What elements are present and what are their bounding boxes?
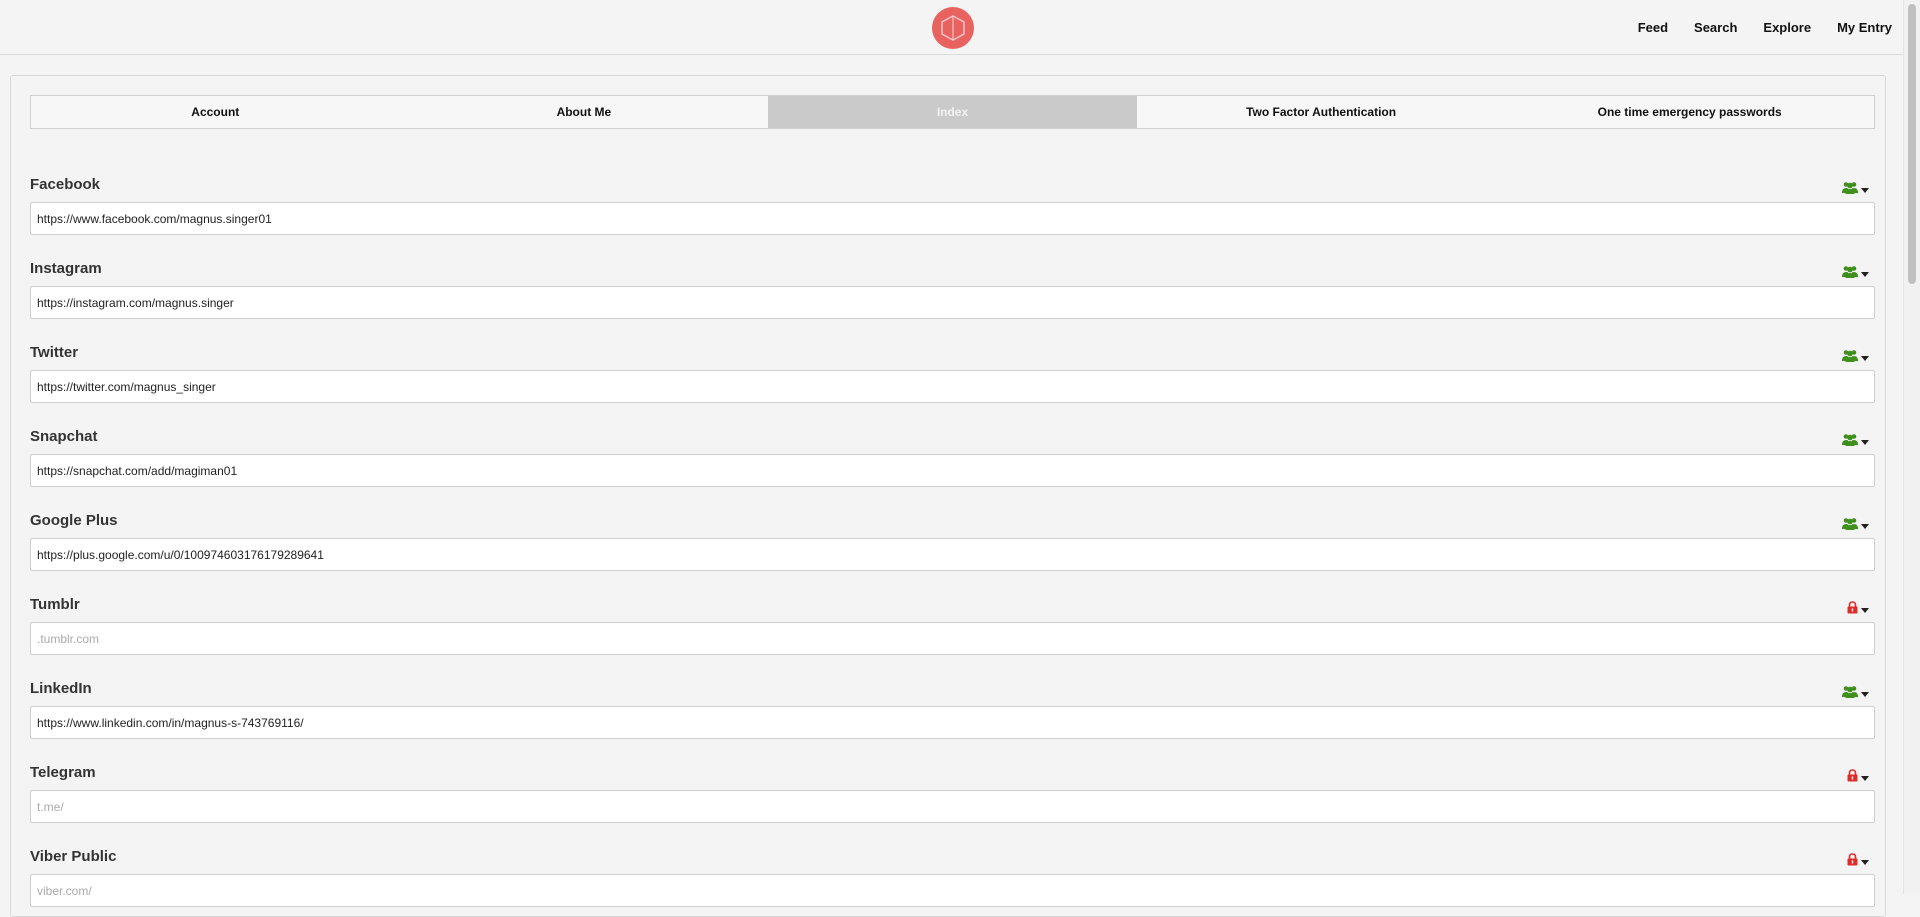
cube-logo-icon	[941, 15, 965, 41]
lock-icon	[1847, 769, 1858, 787]
page-scrollbar[interactable]	[1903, 0, 1920, 894]
field-label: Telegram	[30, 764, 96, 781]
field-label: Instagram	[30, 260, 102, 277]
facebook-url-input[interactable]	[30, 202, 1875, 235]
caret-down-icon	[1861, 523, 1869, 529]
privacy-dropdown[interactable]	[1842, 181, 1869, 199]
group-icon	[1842, 265, 1858, 283]
group-icon	[1842, 685, 1858, 703]
caret-down-icon	[1861, 187, 1869, 193]
tab-about-me[interactable]: About Me	[400, 96, 769, 128]
lock-icon	[1847, 601, 1858, 619]
group-icon	[1842, 433, 1858, 451]
caret-down-icon	[1861, 439, 1869, 445]
caret-down-icon	[1861, 271, 1869, 277]
tab-two-factor-authentication[interactable]: Two Factor Authentication	[1137, 96, 1506, 128]
privacy-dropdown[interactable]	[1842, 349, 1869, 367]
tab-account[interactable]: Account	[31, 96, 400, 128]
snapchat-url-input[interactable]	[30, 454, 1875, 487]
field-label: Snapchat	[30, 428, 98, 445]
group-icon	[1842, 181, 1858, 199]
viber-public-url-input[interactable]	[30, 874, 1875, 907]
field-label: Viber Public	[30, 848, 117, 865]
privacy-dropdown[interactable]	[1847, 853, 1869, 871]
tumblr-url-input[interactable]	[30, 622, 1875, 655]
logo[interactable]	[932, 7, 974, 49]
group-icon	[1842, 517, 1858, 535]
privacy-dropdown[interactable]	[1842, 685, 1869, 703]
privacy-dropdown[interactable]	[1847, 601, 1869, 619]
field-label: Tumblr	[30, 596, 80, 613]
lock-icon	[1847, 853, 1858, 871]
caret-down-icon	[1861, 607, 1869, 613]
main-nav: Feed Search Explore My Entry	[1612, 0, 1892, 54]
tab-one-time-emergency-passwords[interactable]: One time emergency passwords	[1505, 96, 1874, 128]
privacy-dropdown[interactable]	[1842, 433, 1869, 451]
nav-explore[interactable]: Explore	[1763, 20, 1811, 35]
caret-down-icon	[1861, 355, 1869, 361]
google-plus-url-input[interactable]	[30, 538, 1875, 571]
settings-panel: Account About Me Index Two Factor Authen…	[10, 75, 1886, 917]
caret-down-icon	[1861, 775, 1869, 781]
nav-my-entry[interactable]: My Entry	[1837, 20, 1892, 35]
twitter-url-input[interactable]	[30, 370, 1875, 403]
privacy-dropdown[interactable]	[1842, 517, 1869, 535]
settings-tabs: Account About Me Index Two Factor Authen…	[30, 95, 1875, 129]
tab-index[interactable]: Index	[768, 96, 1137, 128]
caret-down-icon	[1861, 691, 1869, 697]
group-icon	[1842, 349, 1858, 367]
privacy-dropdown[interactable]	[1842, 265, 1869, 283]
field-label: Facebook	[30, 176, 101, 193]
field-label: LinkedIn	[30, 680, 92, 697]
privacy-dropdown[interactable]	[1847, 769, 1869, 787]
caret-down-icon	[1861, 859, 1869, 865]
nav-feed[interactable]: Feed	[1638, 20, 1668, 35]
instagram-url-input[interactable]	[30, 286, 1875, 319]
linkedin-url-input[interactable]	[30, 706, 1875, 739]
top-bar: Feed Search Explore My Entry	[0, 0, 1904, 55]
field-label: Google Plus	[30, 512, 118, 529]
telegram-url-input[interactable]	[30, 790, 1875, 823]
scrollbar-thumb[interactable]	[1908, 4, 1916, 284]
field-label: Twitter	[30, 344, 79, 361]
nav-search[interactable]: Search	[1694, 20, 1737, 35]
